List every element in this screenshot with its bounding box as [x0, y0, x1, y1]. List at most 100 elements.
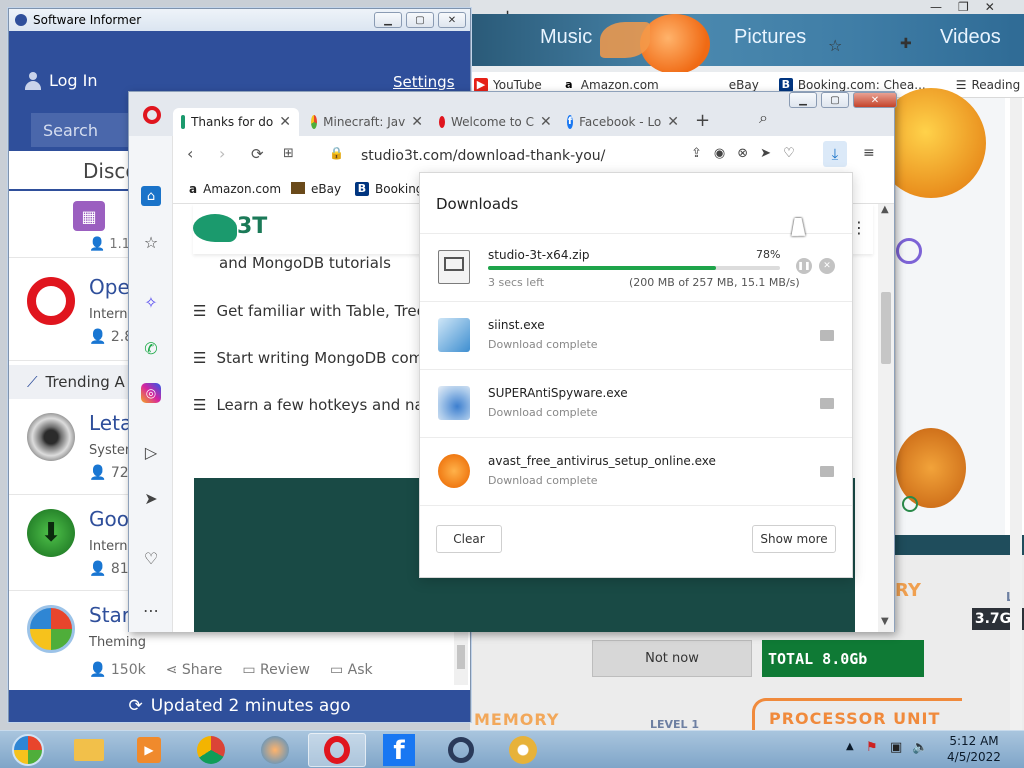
network-icon[interactable]: ▣ — [890, 740, 902, 755]
star-icon[interactable]: ☆ — [141, 232, 161, 252]
music-link[interactable]: Music — [540, 26, 592, 49]
step-item[interactable]: ☰ Start writing MongoDB comm — [193, 349, 438, 367]
list-icon: ☰ — [193, 396, 207, 414]
download-arrow-icon: ⬇ — [27, 509, 75, 557]
folder-icon[interactable] — [820, 398, 834, 409]
bookmark-youtube[interactable]: ▶ YouTube — [474, 77, 542, 92]
show-more-button[interactable]: Show more — [752, 525, 836, 553]
download-item[interactable]: studio-3t-x64.zip 78% 3 secs left (200 M… — [420, 233, 852, 301]
scroll-down-icon[interactable]: ▼ — [881, 616, 889, 627]
minimize-button[interactable]: ▁ — [789, 92, 817, 108]
send-icon[interactable]: ➤ — [760, 146, 771, 161]
more-icon[interactable]: ⋯ — [141, 600, 161, 620]
tab-minecraft[interactable]: Minecraft: Jav ✕ — [303, 108, 431, 136]
chrome-taskbar-button[interactable] — [182, 733, 240, 767]
tab-thanks[interactable]: Thanks for do ✕ — [173, 108, 299, 136]
close-button[interactable]: ✕ — [853, 92, 897, 108]
home-icon[interactable]: ⌂ — [141, 186, 161, 206]
bookmark-booking[interactable]: B Booking.com: Chea... — [778, 77, 926, 92]
url-field[interactable]: studio3t.com/download-thank-you/ — [361, 148, 605, 164]
download-item[interactable]: siinst.exe Download complete — [420, 301, 852, 369]
folder-icon[interactable] — [820, 466, 834, 477]
bookmark-ebay[interactable]: eBay — [729, 78, 759, 92]
folder-icon[interactable] — [820, 330, 834, 341]
new-tab-icon[interactable]: + — [695, 110, 710, 131]
reading-list-button[interactable]: ☰ Reading list — [956, 78, 1024, 92]
videos-link[interactable]: Videos — [940, 26, 1001, 49]
bookmark-amazon[interactable]: a Amazon.com — [562, 78, 659, 92]
media-taskbar-button[interactable]: ▶ — [120, 733, 178, 767]
pause-icon[interactable]: ❚❚ — [796, 258, 812, 274]
ask-button[interactable]: ▭ Ask — [330, 662, 373, 678]
security-taskbar-button[interactable] — [494, 733, 552, 767]
fish-app-taskbar-button[interactable] — [246, 733, 304, 767]
facebook-taskbar-button[interactable]: f — [370, 733, 428, 767]
extensions-icon[interactable]: ✚ — [900, 36, 912, 52]
clear-button[interactable]: Clear — [436, 525, 502, 553]
share-icon[interactable]: ⇪ — [691, 146, 702, 161]
forward-icon[interactable]: › — [219, 144, 225, 163]
menu-icon[interactable]: ⋮ — [851, 218, 867, 237]
back-icon[interactable]: ‹ — [187, 144, 193, 163]
heart-icon[interactable]: ♡ — [783, 146, 795, 161]
reload-icon[interactable]: ⟳ — [251, 145, 264, 163]
download-icon[interactable]: ⤓ — [823, 141, 847, 167]
volume-icon[interactable]: 🔈 — [912, 740, 928, 755]
maximize-button[interactable]: ▢ — [406, 12, 434, 28]
step-item[interactable]: ☰ Learn a few hotkeys and nav — [193, 396, 433, 414]
opera-menu-icon[interactable] — [143, 106, 161, 124]
app-icon — [15, 14, 27, 26]
heart-icon[interactable]: ♡ — [141, 548, 161, 568]
bookmark-ebay[interactable]: eBay — [291, 182, 341, 196]
tray-expand-icon[interactable]: ▲ — [846, 741, 854, 752]
page-scrollbar[interactable]: ▲ ▼ — [878, 204, 894, 632]
cancel-icon[interactable]: ✕ — [819, 258, 835, 274]
scroll-thumb[interactable] — [881, 292, 891, 364]
not-now-button[interactable]: Not now — [592, 640, 752, 677]
easy-setup-icon[interactable]: ≡ — [863, 145, 875, 161]
send-icon[interactable]: ➤ — [141, 488, 161, 508]
downloads-count: 👤 150k — [89, 662, 146, 678]
download-item[interactable]: SUPERAntiSpyware.exe Download complete — [420, 369, 852, 437]
tab-welcome[interactable]: Welcome to C ✕ — [431, 108, 559, 136]
opera-taskbar-button[interactable] — [308, 733, 366, 767]
network-warning-icon[interactable]: ⚑ — [866, 740, 878, 755]
bookmark-amazon[interactable]: a Amazon.com — [189, 182, 281, 196]
tab-facebook[interactable]: f Facebook - Lo ✕ — [559, 108, 687, 136]
avatar[interactable] — [896, 238, 922, 264]
download-item[interactable]: avast_free_antivirus_setup_online.exe Do… — [420, 437, 852, 505]
close-tab-icon[interactable]: ✕ — [279, 114, 291, 130]
minimize-button[interactable]: ▁ — [374, 12, 402, 28]
system-clock[interactable]: 5:12 AM 4/5/2022 — [934, 733, 1014, 765]
instagram-icon[interactable]: ◎ — [141, 383, 161, 403]
messenger-icon[interactable]: ✧ — [141, 292, 161, 312]
close-button[interactable]: ✕ — [438, 12, 466, 28]
whatsapp-icon[interactable]: ✆ — [141, 338, 161, 358]
close-tab-icon[interactable]: ✕ — [411, 114, 423, 130]
step-item[interactable]: ☰ Get familiar with Table, Tree — [193, 302, 426, 320]
login-button[interactable]: Log In — [25, 71, 98, 90]
facebook-icon: f — [383, 734, 415, 766]
adblock-icon[interactable]: ⊗ — [737, 146, 748, 161]
pictures-link[interactable]: Pictures — [734, 26, 806, 49]
gift-icon[interactable]: ▦ — [73, 201, 105, 231]
background-scrollbar[interactable] — [1010, 98, 1022, 730]
scroll-up-icon[interactable]: ▲ — [881, 204, 889, 215]
download-filename: studio-3t-x64.zip — [488, 248, 590, 262]
explorer-taskbar-button[interactable] — [60, 733, 118, 767]
review-button[interactable]: ▭ Review — [242, 662, 310, 678]
progress-label: 78% — [756, 248, 781, 261]
player-icon[interactable]: ▷ — [141, 442, 161, 462]
close-tab-icon[interactable]: ✕ — [540, 114, 552, 130]
settings-link[interactable]: Settings — [393, 73, 455, 91]
start-button[interactable] — [2, 733, 54, 767]
speed-dial-icon[interactable]: ⊞ — [283, 146, 294, 161]
close-tab-icon[interactable]: ✕ — [667, 114, 679, 130]
share-button[interactable]: ⋖ Share — [166, 662, 223, 678]
search-app-taskbar-button[interactable] — [432, 733, 490, 767]
search-tabs-icon[interactable]: ⌕ — [759, 108, 768, 128]
bookmark-booking[interactable]: B Booking — [355, 182, 423, 196]
star-icon[interactable]: ☆ — [828, 36, 842, 55]
camera-icon[interactable]: ◉ — [714, 146, 725, 161]
maximize-button[interactable]: ▢ — [821, 92, 849, 108]
